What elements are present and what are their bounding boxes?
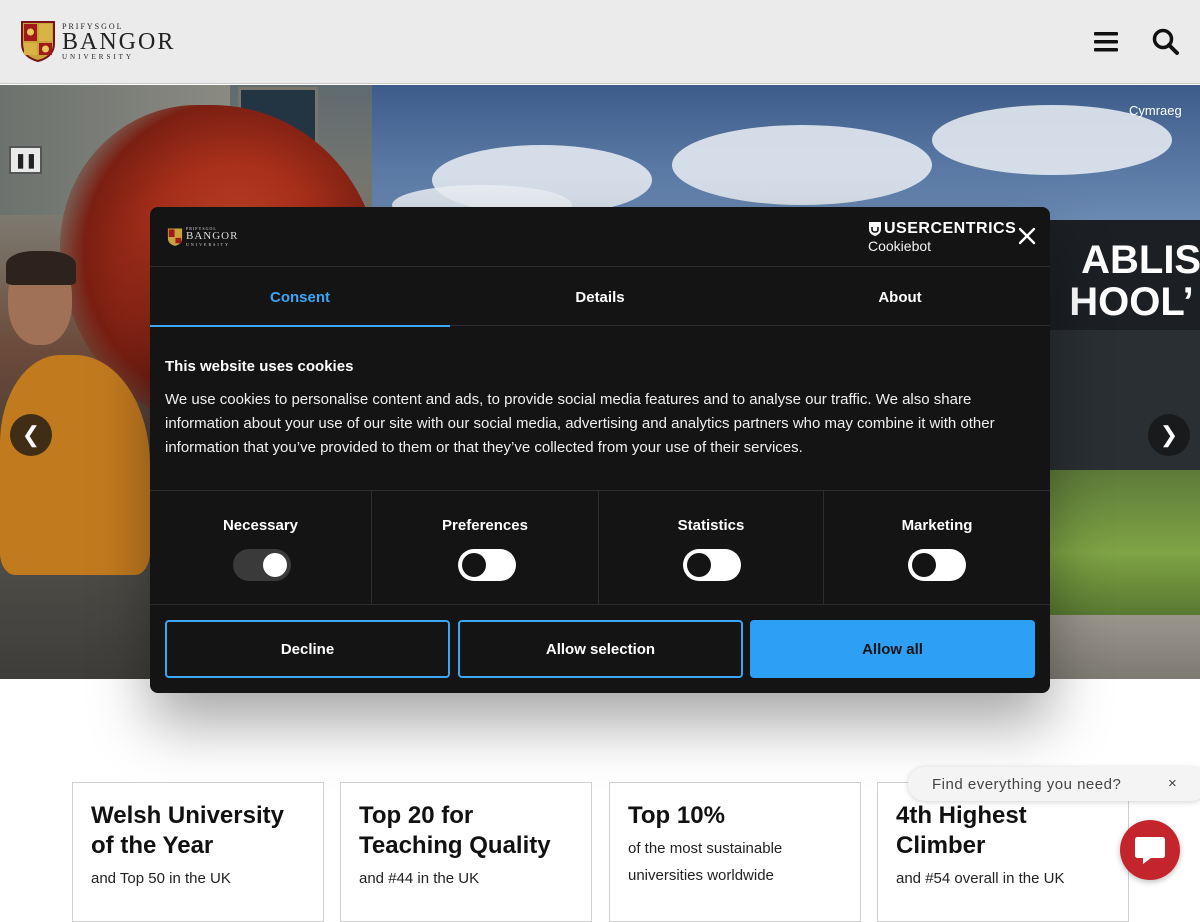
card-title: Top 20 for Teaching Quality bbox=[359, 802, 551, 859]
hamburger-icon[interactable] bbox=[1090, 26, 1122, 58]
toggle-label-preferences: Preferences bbox=[442, 517, 528, 534]
allow-selection-button[interactable]: Allow selection bbox=[458, 620, 743, 678]
card-subtitle: and #54 overall in the UK bbox=[896, 870, 1065, 887]
stat-card-highest-climber[interactable]: 4th Highest Climber and #54 overall in t… bbox=[877, 782, 1129, 922]
find-prompt-text: Find everything you need? bbox=[932, 775, 1122, 793]
cookie-consent-dialog: PRIFYSGOL BANGOR UNIVERSITY USERCENTRICS… bbox=[150, 207, 1050, 693]
toggle-label-statistics: Statistics bbox=[677, 517, 745, 534]
usercentrics-brand[interactable]: USERCENTRICS Cookiebot bbox=[868, 220, 1017, 254]
cookie-body: This website uses cookies We use cookies… bbox=[165, 358, 1037, 460]
toggle-marketing-cell: Marketing bbox=[824, 491, 1050, 604]
bangor-university-logo[interactable]: PRIFYSGOL BANGOR UNIVERSITY bbox=[20, 20, 175, 62]
allow-all-button[interactable]: Allow all bbox=[750, 620, 1035, 678]
decline-button[interactable]: Decline bbox=[165, 620, 450, 678]
card-subtitle: and #44 in the UK bbox=[359, 870, 480, 887]
language-link[interactable]: Cymraeg bbox=[1129, 103, 1182, 118]
toggle-statistics[interactable] bbox=[683, 549, 741, 581]
tab-consent[interactable]: Consent bbox=[150, 268, 450, 327]
chat-bubble-icon bbox=[1135, 837, 1165, 864]
pause-icon: ❚❚ bbox=[14, 151, 37, 168]
card-subtitle: and Top 50 in the UK bbox=[91, 870, 231, 887]
crest-icon bbox=[167, 228, 183, 246]
cookie-description: We use cookies to personalise content an… bbox=[165, 391, 995, 456]
toggle-necessary[interactable] bbox=[233, 549, 291, 581]
brand-sub: Cookiebot bbox=[868, 238, 932, 254]
tab-about[interactable]: About bbox=[750, 268, 1050, 326]
mini-logo-bottom: UNIVERSITY bbox=[186, 242, 230, 247]
toggle-statistics-cell: Statistics bbox=[599, 491, 824, 604]
path bbox=[1050, 615, 1200, 679]
person-hair bbox=[6, 251, 76, 285]
crest-icon bbox=[21, 21, 55, 62]
logo-main-text: BANGOR bbox=[62, 28, 176, 55]
card-title: Welsh University of the Year bbox=[91, 802, 284, 859]
cloud bbox=[672, 125, 932, 205]
stat-card-teaching-quality[interactable]: Top 20 for Teaching Quality and #44 in t… bbox=[340, 782, 592, 922]
card-title: 4th Highest Climber bbox=[896, 802, 1027, 859]
card-title: Top 10% bbox=[628, 802, 725, 829]
search-icon[interactable] bbox=[1150, 26, 1182, 58]
cookie-dialog-header: PRIFYSGOL BANGOR UNIVERSITY USERCENTRICS… bbox=[150, 207, 1050, 267]
toggle-preferences[interactable] bbox=[458, 549, 516, 581]
toggle-label-marketing: Marketing bbox=[901, 517, 973, 534]
consent-toggles: Necessary Preferences Statistics Marketi… bbox=[150, 490, 1050, 605]
grass bbox=[1050, 470, 1200, 635]
toggle-preferences-cell: Preferences bbox=[372, 491, 599, 604]
prev-arrow-button[interactable]: ❮ bbox=[10, 414, 52, 456]
cookie-tabs: Consent Details About bbox=[150, 268, 1050, 327]
stat-card-sustainability[interactable]: Top 10% of the most sustainable universi… bbox=[609, 782, 861, 922]
chat-launcher-button[interactable] bbox=[1120, 820, 1180, 880]
banner-line-1: ABLISH bbox=[1081, 238, 1200, 282]
stat-card-welsh-university[interactable]: Welsh University of the Year and Top 50 … bbox=[72, 782, 324, 922]
banner-line-2: HOOL’ A bbox=[1069, 280, 1200, 324]
card-subtitle: of the most sustainable universities wor… bbox=[628, 840, 783, 884]
shield-icon bbox=[869, 222, 881, 236]
next-arrow-button[interactable]: ❯ bbox=[1148, 414, 1190, 456]
mini-logo-main: BANGOR bbox=[186, 230, 239, 242]
close-icon[interactable]: × bbox=[1168, 775, 1177, 792]
hero-banner: ABLISH HOOL’ A bbox=[1030, 220, 1200, 330]
toggle-label-necessary: Necessary bbox=[222, 517, 299, 534]
pause-button[interactable]: ❚❚ bbox=[9, 146, 42, 174]
logo-bottom-text: UNIVERSITY bbox=[62, 52, 134, 61]
close-icon[interactable] bbox=[1016, 225, 1038, 247]
dialog-logo: PRIFYSGOL BANGOR UNIVERSITY bbox=[167, 226, 238, 247]
person-body bbox=[0, 355, 150, 575]
tab-details[interactable]: Details bbox=[450, 268, 750, 326]
site-header: PRIFYSGOL BANGOR UNIVERSITY bbox=[0, 0, 1200, 84]
brand-name: USERCENTRICS bbox=[884, 220, 1017, 237]
find-everything-prompt[interactable]: Find everything you need? × bbox=[908, 767, 1200, 801]
toggle-marketing[interactable] bbox=[908, 549, 966, 581]
toggle-necessary-cell: Necessary bbox=[150, 491, 372, 604]
cookie-title: This website uses cookies bbox=[165, 358, 354, 375]
